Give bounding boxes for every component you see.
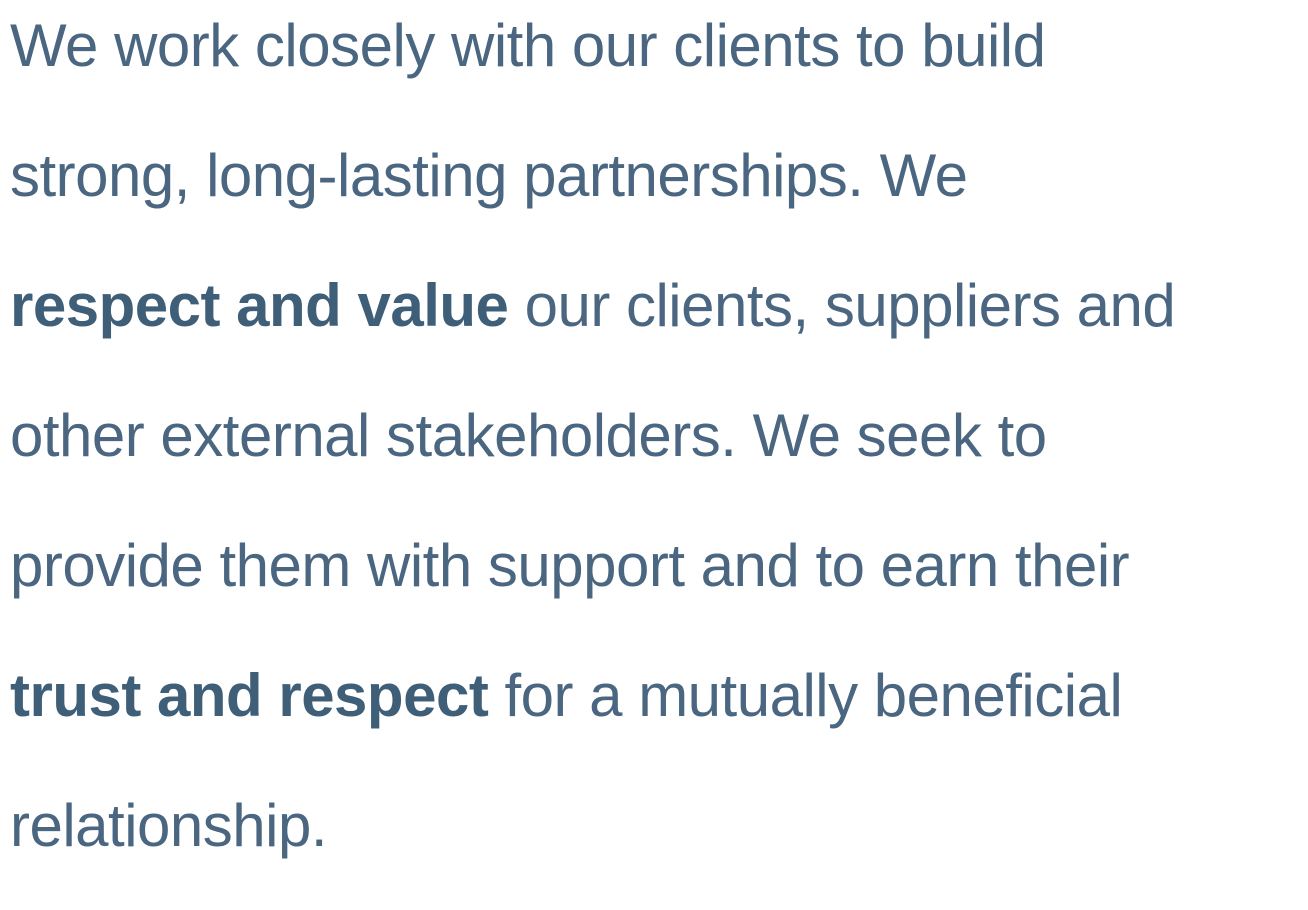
line-text: for a mutually beneficial [488, 662, 1123, 729]
line-text: other external stakeholders. We seek to [10, 402, 1047, 469]
line-text: We work closely with our clients to buil… [10, 12, 1046, 79]
line-text: provide them with support and to earn th… [10, 532, 1130, 599]
paragraph-line-4: other external stakeholders. We seek to [10, 390, 1308, 520]
body-paragraph: We work closely with our clients to buil… [10, 0, 1308, 910]
paragraph-line-5: provide them with support and to earn th… [10, 520, 1308, 650]
emphasis-trust-and-respect: trust and respect [10, 662, 489, 729]
emphasis-respect-and-value: respect and value [10, 272, 509, 339]
paragraph-line-2: strong, long-lasting partnerships. We [10, 130, 1308, 260]
paragraph-line-1: We work closely with our clients to buil… [10, 0, 1308, 130]
paragraph-line-7: relationship. [10, 780, 1308, 910]
line-text: relationship. [10, 792, 328, 859]
paragraph-line-6: trust and respect for a mutually benefic… [10, 650, 1308, 780]
paragraph-line-3: respect and value our clients, suppliers… [10, 260, 1308, 390]
line-text: strong, long-lasting partnerships. We [10, 142, 968, 209]
line-text: our clients, suppliers and [508, 272, 1176, 339]
